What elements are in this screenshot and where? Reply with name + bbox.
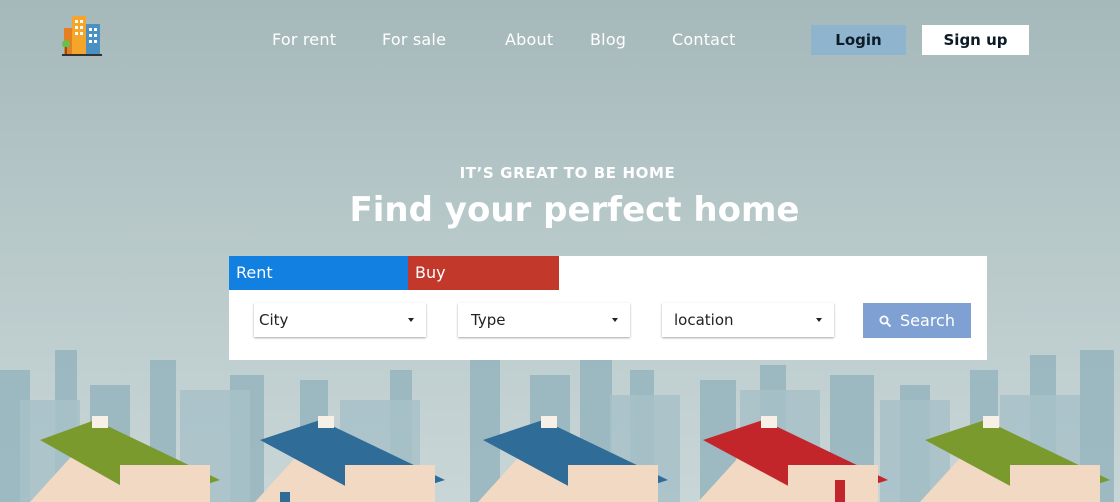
tab-buy[interactable]: Buy [408, 256, 559, 290]
type-select-label: Type [471, 311, 506, 329]
chevron-down-icon [612, 318, 618, 322]
type-select[interactable]: Type [458, 303, 630, 337]
nav-for-rent[interactable]: For rent [272, 30, 336, 49]
city-select[interactable]: City [254, 303, 426, 337]
nav-for-sale[interactable]: For sale [382, 30, 446, 49]
location-select[interactable]: location [662, 303, 834, 337]
hero-headline: Find your perfect home [349, 190, 800, 230]
nav-about[interactable]: About [505, 30, 553, 49]
location-select-label: location [674, 311, 734, 329]
chevron-down-icon [408, 318, 414, 322]
search-button[interactable]: Search [863, 303, 971, 338]
city-select-label: City [259, 311, 289, 329]
search-button-label: Search [900, 311, 955, 330]
nav-blog[interactable]: Blog [590, 30, 626, 49]
login-button[interactable]: Login [811, 25, 906, 55]
search-panel: Rent Buy City Type location Search [229, 256, 987, 360]
chevron-down-icon [816, 318, 822, 322]
search-icon [879, 315, 892, 328]
signup-button[interactable]: Sign up [922, 25, 1029, 55]
nav-contact[interactable]: Contact [672, 30, 736, 49]
hero-eyebrow: IT’S GREAT TO BE HOME [459, 164, 676, 182]
tab-rent[interactable]: Rent [229, 256, 408, 290]
